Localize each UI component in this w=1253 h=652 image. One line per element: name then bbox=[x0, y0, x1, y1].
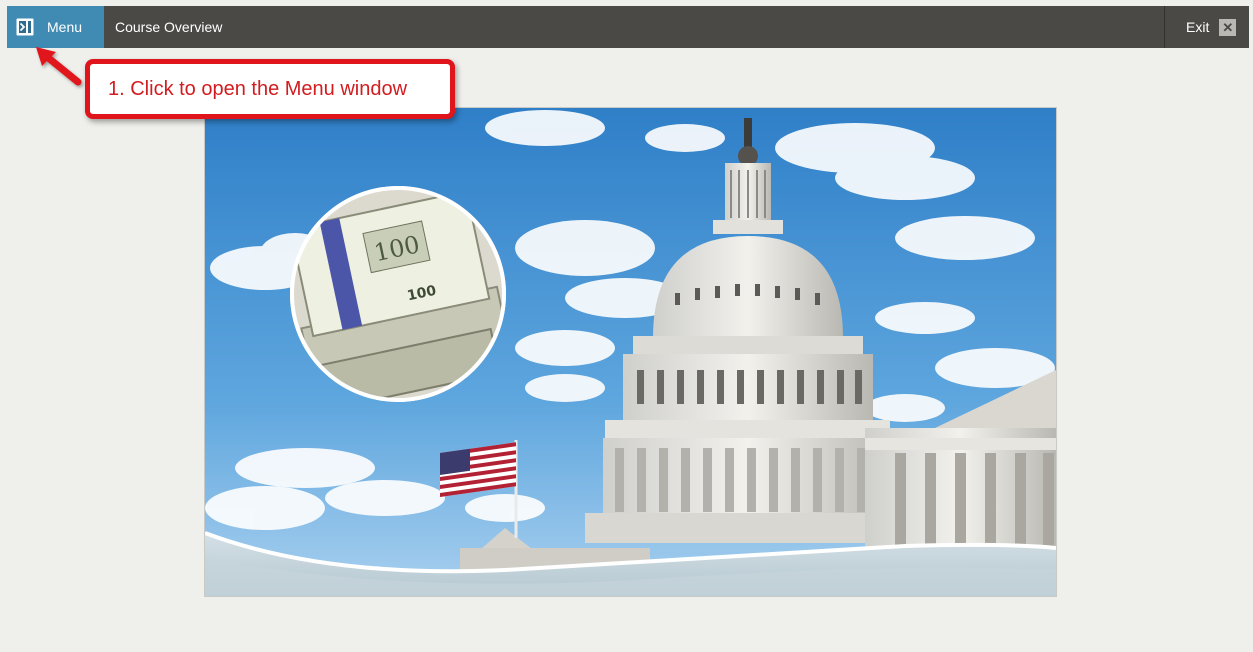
menu-label: Menu bbox=[47, 19, 83, 35]
close-icon: ✕ bbox=[1219, 18, 1237, 36]
slide-image: 100 100 bbox=[204, 107, 1057, 597]
top-toolbar: Menu Course Overview Exit ✕ bbox=[7, 6, 1249, 48]
callout-text: 1. Click to open the Menu window bbox=[108, 77, 408, 100]
sidebar-toggle-icon bbox=[16, 18, 34, 36]
capitol-scene: 100 100 bbox=[205, 108, 1056, 596]
instruction-callout: 1. Click to open the Menu window bbox=[85, 59, 455, 119]
menu-button[interactable]: Menu bbox=[7, 6, 104, 48]
course-player: Menu Course Overview Exit ✕ 1. Click to … bbox=[0, 0, 1253, 652]
exit-label: Exit bbox=[1186, 19, 1210, 35]
pointer-arrow-icon bbox=[36, 47, 82, 86]
exit-button[interactable]: Exit ✕ bbox=[1164, 6, 1249, 48]
course-title: Course Overview bbox=[115, 19, 223, 35]
